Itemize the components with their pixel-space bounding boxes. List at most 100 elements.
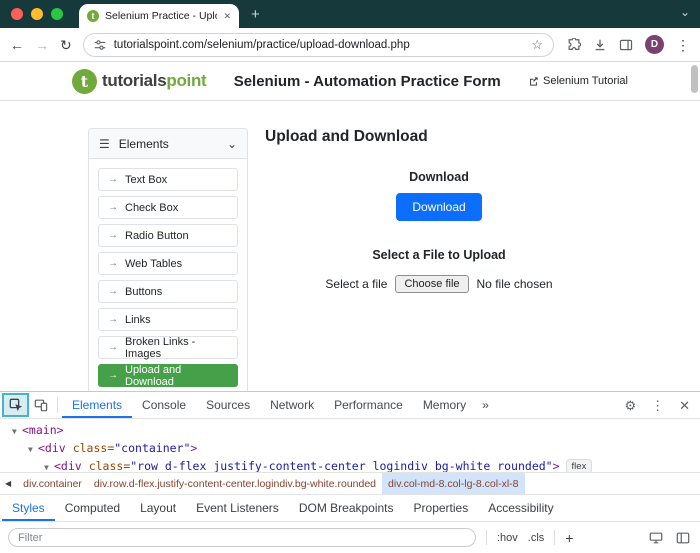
expand-arrow-icon[interactable]: ▼ bbox=[28, 442, 38, 458]
bookmark-star-icon[interactable]: ☆ bbox=[531, 38, 543, 51]
close-window-button[interactable] bbox=[11, 8, 23, 20]
devtools-tab-network[interactable]: Network bbox=[260, 392, 324, 418]
monitor-icon[interactable] bbox=[649, 531, 663, 545]
customize-devtools-icon[interactable]: ⋮ bbox=[651, 399, 664, 412]
breadcrumb-col-selected[interactable]: div.col-md-8.col-lg-8.col-xl-8 bbox=[382, 473, 525, 494]
tab-label: Properties bbox=[414, 501, 469, 515]
tab-event-listeners[interactable]: Event Listeners bbox=[186, 495, 289, 521]
choose-file-button[interactable]: Choose file bbox=[395, 275, 468, 293]
expand-arrow-icon[interactable]: ▼ bbox=[44, 460, 54, 472]
downloads-icon[interactable] bbox=[593, 38, 607, 52]
tab-label: Console bbox=[142, 398, 186, 412]
sidebar-item-label: Buttons bbox=[125, 286, 162, 298]
traffic-lights bbox=[11, 8, 63, 20]
file-status-text: No file chosen bbox=[477, 277, 553, 291]
file-input-label: Select a file bbox=[325, 277, 387, 291]
new-style-rule-button[interactable]: + bbox=[565, 531, 573, 545]
settings-gear-icon[interactable]: ⚙ bbox=[624, 399, 636, 412]
tab-label: Performance bbox=[334, 398, 403, 412]
flex-badge[interactable]: flex bbox=[566, 459, 593, 472]
extensions-puzzle-icon[interactable] bbox=[567, 38, 581, 52]
new-tab-button[interactable]: + bbox=[251, 7, 260, 22]
dom-tag-close: > bbox=[190, 441, 197, 455]
sidebar-panel-icon[interactable] bbox=[676, 531, 690, 545]
profile-avatar[interactable]: D bbox=[645, 35, 664, 54]
page-title: Selenium - Automation Practice Form bbox=[206, 73, 528, 90]
sidebar-item-upload-and-download[interactable]: → Upload and Download bbox=[98, 364, 238, 387]
tutorialspoint-logo[interactable]: t tutorialspoint bbox=[72, 69, 206, 94]
page-content: t tutorialspoint Selenium - Automation P… bbox=[0, 62, 700, 391]
browser-menu-icon[interactable]: ⋮ bbox=[676, 38, 690, 52]
toggle-element-classes-button[interactable]: .cls bbox=[528, 532, 545, 544]
tab-properties[interactable]: Properties bbox=[404, 495, 479, 521]
download-button[interactable]: Download bbox=[396, 193, 481, 221]
tab-favicon-icon: t bbox=[87, 10, 99, 22]
tab-layout[interactable]: Layout bbox=[130, 495, 186, 521]
tab-styles[interactable]: Styles bbox=[2, 495, 55, 521]
tab-title: Selenium Practice - Upload a bbox=[105, 10, 217, 22]
chevron-down-icon[interactable]: ⌄ bbox=[680, 5, 690, 19]
toolbar-actions: D ⋮ bbox=[567, 35, 690, 54]
header-divider bbox=[0, 100, 700, 101]
minimize-window-button[interactable] bbox=[31, 8, 43, 20]
titlebar: t Selenium Practice - Upload a ✕ + ⌄ bbox=[0, 0, 700, 28]
devtools-tab-elements[interactable]: Elements bbox=[62, 392, 132, 418]
devtools-tab-memory[interactable]: Memory bbox=[413, 392, 476, 418]
zoom-window-button[interactable] bbox=[51, 8, 63, 20]
close-devtools-icon[interactable]: ✕ bbox=[679, 399, 690, 412]
inspect-element-button[interactable] bbox=[2, 393, 29, 417]
back-button[interactable]: ← bbox=[10, 38, 24, 52]
site-header: t tutorialspoint Selenium - Automation P… bbox=[0, 62, 700, 100]
dom-tag: <div bbox=[54, 459, 82, 472]
devtools-tab-console[interactable]: Console bbox=[132, 392, 196, 418]
toggle-pseudo-state-button[interactable]: :hov bbox=[497, 532, 518, 544]
sidebar-item-web-tables[interactable]: → Web Tables bbox=[98, 252, 238, 275]
breadcrumb-row[interactable]: div.row.d-flex.justify-content-center.lo… bbox=[88, 473, 382, 494]
dom-node-main[interactable]: ▼<main> bbox=[0, 422, 700, 440]
site-settings-icon[interactable] bbox=[94, 39, 106, 51]
tab-label: DOM Breakpoints bbox=[299, 501, 394, 515]
selenium-tutorial-link[interactable]: Selenium Tutorial bbox=[528, 75, 628, 87]
sidebar-item-label: Web Tables bbox=[125, 258, 182, 270]
tab-dom-breakpoints[interactable]: DOM Breakpoints bbox=[289, 495, 404, 521]
upload-download-section: Upload and Download Download Download Se… bbox=[265, 128, 613, 293]
browser-tab[interactable]: t Selenium Practice - Upload a ✕ bbox=[79, 4, 239, 28]
forward-button[interactable]: → bbox=[35, 38, 49, 52]
side-panel-icon[interactable] bbox=[619, 38, 633, 52]
dom-node-container[interactable]: ▼<divclass="container"> bbox=[0, 440, 700, 458]
address-bar[interactable]: tutorialspoint.com/selenium/practice/upl… bbox=[83, 33, 554, 57]
filter-divider bbox=[554, 530, 555, 545]
tab-accessibility[interactable]: Accessibility bbox=[478, 495, 563, 521]
sidebar-item-radio-button[interactable]: → Radio Button bbox=[98, 224, 238, 247]
chevron-down-icon: ⌄ bbox=[227, 137, 237, 151]
page-scrollbar[interactable] bbox=[691, 65, 698, 93]
sidebar-header[interactable]: ☰ Elements ⌄ bbox=[89, 129, 247, 159]
reload-button[interactable]: ↻ bbox=[60, 38, 72, 52]
url-text[interactable]: tutorialspoint.com/selenium/practice/upl… bbox=[114, 39, 524, 51]
more-tabs-icon[interactable]: » bbox=[476, 398, 495, 412]
expand-arrow-icon[interactable]: ▼ bbox=[12, 424, 22, 440]
breadcrumb-scroll-left-icon[interactable]: ◀ bbox=[0, 479, 17, 488]
toolbar-divider bbox=[57, 397, 58, 413]
close-tab-icon[interactable]: ✕ bbox=[223, 11, 231, 22]
devtools-tab-performance[interactable]: Performance bbox=[324, 392, 413, 418]
filter-divider bbox=[486, 530, 487, 545]
sidebar-item-broken-links-images[interactable]: → Broken Links - Images bbox=[98, 336, 238, 359]
sidebar-item-check-box[interactable]: → Check Box bbox=[98, 196, 238, 219]
browser-window: t Selenium Practice - Upload a ✕ + ⌄ ← →… bbox=[0, 0, 700, 553]
tab-computed[interactable]: Computed bbox=[55, 495, 130, 521]
dom-tag-close: > bbox=[553, 459, 560, 472]
sidebar-item-links[interactable]: → Links bbox=[98, 308, 238, 331]
sidebar-item-buttons[interactable]: → Buttons bbox=[98, 280, 238, 303]
styles-filter-input[interactable] bbox=[8, 528, 476, 547]
sidebar-items: → Text Box → Check Box → Radio Button → … bbox=[89, 159, 247, 387]
sidebar-item-label: Links bbox=[125, 314, 151, 326]
breadcrumb-container[interactable]: div.container bbox=[17, 473, 88, 494]
arrow-right-icon: → bbox=[108, 314, 118, 325]
sidebar-item-text-box[interactable]: → Text Box bbox=[98, 168, 238, 191]
device-toolbar-button[interactable] bbox=[29, 393, 53, 417]
dom-attr: class= bbox=[89, 459, 131, 472]
dom-node-row[interactable]: ▼<divclass="row d-flex justify-content-c… bbox=[0, 458, 700, 472]
devtools-tab-sources[interactable]: Sources bbox=[196, 392, 260, 418]
arrow-right-icon: → bbox=[108, 370, 118, 381]
